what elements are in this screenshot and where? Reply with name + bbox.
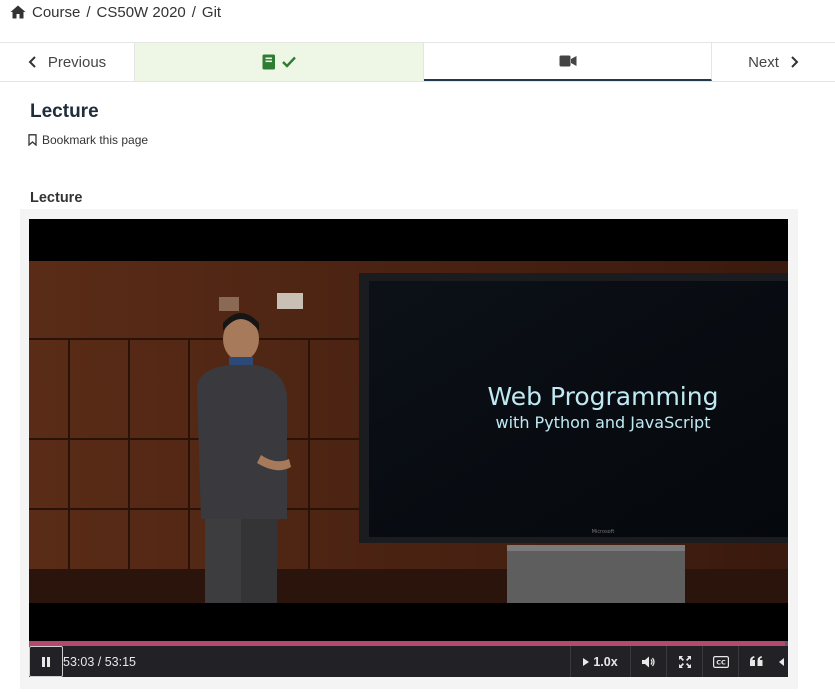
sequence-unit-reading[interactable] <box>135 43 424 81</box>
breadcrumb-git[interactable]: Git <box>202 4 221 21</box>
breadcrumb-separator: / <box>86 3 91 21</box>
next-button[interactable]: Next <box>712 43 835 81</box>
unit-title: Lecture <box>30 101 99 122</box>
sequence-unit-video[interactable] <box>424 43 712 81</box>
video-frame-image: Microsoft Web Programming with Python an… <box>29 219 788 643</box>
chevron-right-icon <box>791 56 799 68</box>
bookmark-label: Bookmark this page <box>42 133 149 147</box>
previous-button[interactable]: Previous <box>0 43 135 81</box>
pause-icon <box>42 656 50 667</box>
breadcrumb-course[interactable]: Course <box>32 4 80 21</box>
video-time: 53:03 / 53:15 <box>63 654 136 669</box>
speed-label: 1.0x <box>593 654 618 669</box>
closed-captions-icon: CC <box>712 655 729 668</box>
quote-icon <box>750 656 763 666</box>
volume-icon <box>641 656 655 667</box>
svg-text:CC: CC <box>716 658 726 666</box>
chevron-left-icon <box>28 56 36 68</box>
caret-left-icon <box>778 657 784 666</box>
breadcrumb-cs50w[interactable]: CS50W 2020 <box>97 4 186 21</box>
breadcrumb-separator: / <box>191 3 196 21</box>
slide-title: Web Programming <box>488 382 719 411</box>
bookmark-icon <box>28 134 37 146</box>
bookmark-button[interactable]: Bookmark this page <box>28 133 148 147</box>
fullscreen-button[interactable] <box>666 646 702 677</box>
section-title: Lecture <box>30 190 83 206</box>
check-icon <box>282 56 296 68</box>
sequence-nav: Previous Next <box>0 42 835 82</box>
home-icon[interactable] <box>10 5 26 19</box>
volume-button[interactable] <box>630 646 666 677</box>
captions-button[interactable]: CC <box>702 646 738 677</box>
more-controls-button[interactable] <box>774 646 788 677</box>
video-icon <box>559 55 576 67</box>
transcript-button[interactable] <box>738 646 774 677</box>
previous-label: Previous <box>47 53 107 71</box>
book-icon <box>262 54 275 70</box>
breadcrumb: Course / CS50W 2020 / Git <box>10 0 221 24</box>
video-player[interactable]: Microsoft Web Programming with Python an… <box>29 219 788 643</box>
video-controls: 53:03 / 53:15 1.0x CC <box>29 646 788 677</box>
screen-brand: Microsoft <box>592 529 615 535</box>
slide-subtitle: with Python and JavaScript <box>496 413 711 432</box>
pause-button[interactable] <box>29 646 63 677</box>
fullscreen-icon <box>678 655 691 668</box>
next-label: Next <box>748 53 779 71</box>
play-small-icon <box>583 657 590 666</box>
speed-button[interactable]: 1.0x <box>570 646 630 677</box>
